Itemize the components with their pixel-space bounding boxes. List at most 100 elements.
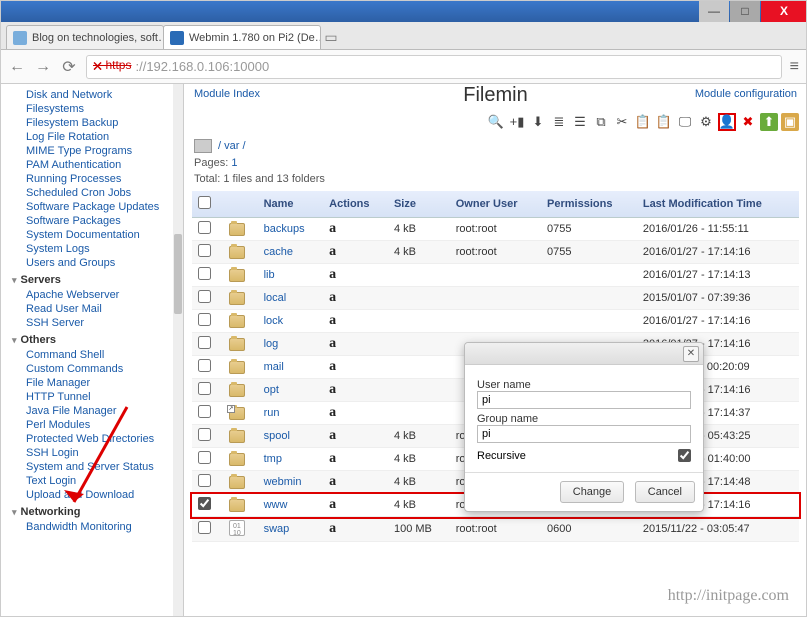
row-checkbox[interactable] bbox=[198, 474, 211, 487]
col-perm[interactable]: Permissions bbox=[541, 191, 637, 218]
table-row[interactable]: locka2016/01/27 - 17:14:16 bbox=[192, 310, 799, 333]
menu-lines-icon[interactable]: ☰ bbox=[571, 113, 589, 131]
row-checkbox[interactable] bbox=[198, 290, 211, 303]
sidebar-heading[interactable]: Networking bbox=[6, 502, 183, 520]
sidebar-item-ssh-server[interactable]: SSH Server bbox=[6, 316, 183, 330]
search-icon[interactable]: 🔍 bbox=[487, 113, 505, 131]
row-checkbox[interactable] bbox=[198, 359, 211, 372]
row-checkbox[interactable] bbox=[198, 451, 211, 464]
sidebar-item-java-file-manager[interactable]: Java File Manager bbox=[6, 404, 183, 418]
file-name[interactable]: opt bbox=[258, 379, 324, 402]
cut-icon[interactable]: ✂ bbox=[613, 113, 631, 131]
actions-button[interactable]: a bbox=[329, 451, 336, 466]
table-row[interactable]: liba2016/01/27 - 17:14:13 bbox=[192, 264, 799, 287]
sidebar-item-http-tunnel[interactable]: HTTP Tunnel bbox=[6, 390, 183, 404]
screen-icon[interactable]: 🖵 bbox=[676, 113, 694, 131]
sidebar-item-protected-web-directories[interactable]: Protected Web Directories bbox=[6, 432, 183, 446]
table-row[interactable]: cachea4 kBroot:root07552016/01/27 - 17:1… bbox=[192, 241, 799, 264]
col-mtime[interactable]: Last Modification Time bbox=[637, 191, 799, 218]
sidebar-item-system-and-server-status[interactable]: System and Server Status bbox=[6, 460, 183, 474]
actions-button[interactable]: a bbox=[329, 428, 336, 443]
sidebar-item-apache-webserver[interactable]: Apache Webserver bbox=[6, 288, 183, 302]
sidebar-item-custom-commands[interactable]: Custom Commands bbox=[6, 362, 183, 376]
actions-button[interactable]: a bbox=[329, 244, 336, 259]
group-name-input[interactable] bbox=[477, 425, 691, 443]
download-icon[interactable]: ⬇ bbox=[529, 113, 547, 131]
window-minimize-button[interactable]: — bbox=[699, 0, 729, 22]
sidebar-item-filesystem-backup[interactable]: Filesystem Backup bbox=[6, 116, 183, 130]
sidebar-item-log-file-rotation[interactable]: Log File Rotation bbox=[6, 130, 183, 144]
sidebar-item-text-login[interactable]: Text Login bbox=[6, 474, 183, 488]
sidebar-item-perl-modules[interactable]: Perl Modules bbox=[6, 418, 183, 432]
page-number[interactable]: 1 bbox=[231, 157, 237, 169]
back-button[interactable]: ← bbox=[8, 58, 26, 76]
sidebar-item-bandwidth-monitoring[interactable]: Bandwidth Monitoring bbox=[6, 520, 183, 534]
table-row[interactable]: 0110swapa100 MBroot:root06002015/11/22 -… bbox=[192, 517, 799, 542]
actions-button[interactable]: a bbox=[329, 336, 336, 351]
upload-icon[interactable]: ⬆ bbox=[760, 113, 778, 131]
cancel-button[interactable]: Cancel bbox=[635, 481, 695, 503]
gear-icon[interactable]: ⚙ bbox=[697, 113, 715, 131]
sidebar-item-pam-authentication[interactable]: PAM Authentication bbox=[6, 158, 183, 172]
module-index-link[interactable]: Module Index bbox=[194, 88, 260, 100]
row-checkbox[interactable] bbox=[198, 313, 211, 326]
col-size[interactable]: Size bbox=[388, 191, 450, 218]
file-name[interactable]: run bbox=[258, 402, 324, 425]
dialog-close-icon[interactable]: ✕ bbox=[683, 346, 699, 362]
sidebar-item-command-shell[interactable]: Command Shell bbox=[6, 348, 183, 362]
table-row[interactable]: backupsa4 kBroot:root07552016/01/26 - 11… bbox=[192, 218, 799, 241]
row-checkbox[interactable] bbox=[198, 336, 211, 349]
paste2-icon[interactable]: 📋 bbox=[655, 113, 673, 131]
actions-button[interactable]: a bbox=[329, 290, 336, 305]
file-name[interactable]: local bbox=[258, 287, 324, 310]
actions-button[interactable]: a bbox=[329, 359, 336, 374]
row-checkbox[interactable] bbox=[198, 267, 211, 280]
paste-clipboard-icon[interactable]: 📋 bbox=[634, 113, 652, 131]
sidebar-item-software-package-updates[interactable]: Software Package Updates bbox=[6, 200, 183, 214]
sidebar-item-users-and-groups[interactable]: Users and Groups bbox=[6, 256, 183, 270]
dialog-titlebar[interactable]: ✕ bbox=[465, 343, 703, 365]
sidebar-item-mime-type-programs[interactable]: MIME Type Programs bbox=[6, 144, 183, 158]
sidebar-scrollbar[interactable] bbox=[173, 84, 183, 617]
file-name[interactable]: log bbox=[258, 333, 324, 356]
bookmark-add-icon[interactable]: +▮ bbox=[508, 113, 526, 131]
file-name[interactable]: swap bbox=[258, 517, 324, 542]
new-tab-button[interactable]: ▭ bbox=[320, 29, 342, 49]
user-name-input[interactable] bbox=[477, 391, 691, 409]
list-icon[interactable]: ≣ bbox=[550, 113, 568, 131]
forward-button[interactable]: → bbox=[34, 58, 52, 76]
url-input[interactable]: 🗙 https ://192.168.0.106:10000 bbox=[86, 55, 782, 79]
sidebar-item-system-logs[interactable]: System Logs bbox=[6, 242, 183, 256]
drive-icon[interactable] bbox=[194, 139, 212, 153]
actions-button[interactable]: a bbox=[329, 521, 336, 536]
recursive-checkbox[interactable] bbox=[678, 449, 691, 462]
sidebar-item-running-processes[interactable]: Running Processes bbox=[6, 172, 183, 186]
col-actions[interactable]: Actions bbox=[323, 191, 388, 218]
delete-icon[interactable]: ✖ bbox=[739, 113, 757, 131]
row-checkbox[interactable] bbox=[198, 428, 211, 441]
row-checkbox[interactable] bbox=[198, 521, 211, 534]
tab-blog[interactable]: Blog on technologies, soft… × bbox=[6, 25, 164, 49]
window-maximize-button[interactable]: □ bbox=[730, 0, 760, 22]
row-checkbox[interactable] bbox=[198, 382, 211, 395]
col-check[interactable] bbox=[192, 191, 223, 218]
row-checkbox[interactable] bbox=[198, 244, 211, 257]
sidebar-heading[interactable]: Others bbox=[6, 330, 183, 348]
actions-button[interactable]: a bbox=[329, 267, 336, 282]
sidebar-item-system-documentation[interactable]: System Documentation bbox=[6, 228, 183, 242]
row-checkbox[interactable] bbox=[198, 405, 211, 418]
sidebar-item-upload-and-download[interactable]: Upload and Download bbox=[6, 488, 183, 502]
file-name[interactable]: cache bbox=[258, 241, 324, 264]
copy-icon[interactable]: ⧉ bbox=[592, 113, 610, 131]
row-checkbox[interactable] bbox=[198, 221, 211, 234]
row-checkbox[interactable] bbox=[198, 497, 211, 510]
file-name[interactable]: www bbox=[258, 494, 324, 517]
actions-button[interactable]: a bbox=[329, 313, 336, 328]
browser-menu-button[interactable]: ≡ bbox=[790, 58, 799, 76]
sidebar-item-file-manager[interactable]: File Manager bbox=[6, 376, 183, 390]
file-name[interactable]: mail bbox=[258, 356, 324, 379]
actions-button[interactable]: a bbox=[329, 497, 336, 512]
file-name[interactable]: spool bbox=[258, 425, 324, 448]
window-close-button[interactable]: X bbox=[761, 0, 807, 22]
change-button[interactable]: Change bbox=[560, 481, 625, 503]
